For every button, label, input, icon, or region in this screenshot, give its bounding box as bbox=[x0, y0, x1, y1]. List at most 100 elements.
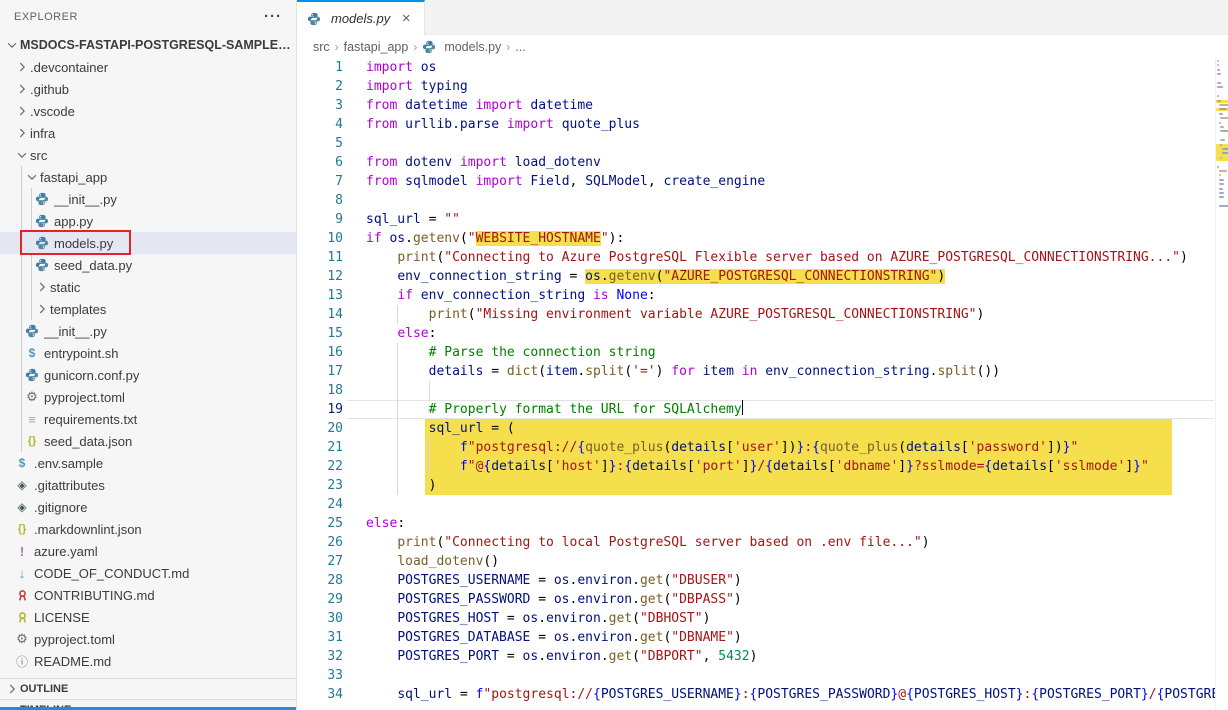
code-line-text[interactable]: import os bbox=[343, 58, 436, 77]
chevron-right-icon[interactable] bbox=[14, 103, 30, 119]
breadcrumb-item-src[interactable]: src bbox=[313, 40, 330, 54]
tree-item-gunicorn-conf-py[interactable]: gunicorn.conf.py bbox=[0, 364, 296, 386]
code-line-text[interactable]: from dotenv import load_dotenv bbox=[343, 153, 601, 172]
tree-item-app-py[interactable]: app.py bbox=[0, 210, 296, 232]
tree-item-fastapi-app[interactable]: fastapi_app bbox=[0, 166, 296, 188]
tree-item-readme-md[interactable]: ⓘREADME.md bbox=[0, 650, 296, 672]
code-line-text[interactable]: ) bbox=[343, 476, 436, 495]
tree-item-azure-yaml[interactable]: !azure.yaml bbox=[0, 540, 296, 562]
code-line-text[interactable]: if env_connection_string is None: bbox=[343, 286, 656, 305]
chevron-down-icon[interactable] bbox=[14, 147, 30, 163]
code-line-text[interactable]: details = dict(item.split('=') for item … bbox=[343, 362, 1000, 381]
tree-item-seed-data-py[interactable]: seed_data.py bbox=[0, 254, 296, 276]
tree-item-seed-data-json[interactable]: {}seed_data.json bbox=[0, 430, 296, 452]
tree-item-requirements-txt[interactable]: ≡requirements.txt bbox=[0, 408, 296, 430]
chevron-right-icon[interactable] bbox=[14, 125, 30, 141]
code-line-text[interactable]: f"postgresql://{quote_plus(details['user… bbox=[343, 438, 1078, 457]
code-line-text[interactable]: else: bbox=[343, 514, 405, 533]
outline-section-header[interactable]: OUTLINE bbox=[0, 678, 296, 698]
code-line[interactable]: 8 bbox=[297, 191, 1228, 210]
code-line[interactable]: 10if os.getenv("WEBSITE_HOSTNAME"): bbox=[297, 229, 1228, 248]
code-line[interactable]: 1import os bbox=[297, 58, 1228, 77]
code-line-text[interactable] bbox=[343, 381, 366, 400]
code-line-text[interactable]: import typing bbox=[343, 77, 468, 96]
code-line-text[interactable]: sql_url = ( bbox=[343, 419, 515, 438]
code-line-text[interactable]: if os.getenv("WEBSITE_HOSTNAME"): bbox=[343, 229, 624, 248]
code-line-text[interactable]: else: bbox=[343, 324, 436, 343]
code-line[interactable]: 24 bbox=[297, 495, 1228, 514]
minimap[interactable] bbox=[1215, 58, 1228, 710]
code-line-text[interactable]: POSTGRES_USERNAME = os.environ.get("DBUS… bbox=[343, 571, 742, 590]
tree-item-models-py[interactable]: models.py bbox=[0, 232, 296, 254]
tree-item-license[interactable]: LICENSE bbox=[0, 606, 296, 628]
code-line[interactable]: 30 POSTGRES_HOST = os.environ.get("DBHOS… bbox=[297, 609, 1228, 628]
code-line[interactable]: 34 sql_url = f"postgresql://{POSTGRES_US… bbox=[297, 685, 1228, 704]
tree-item-entrypoint-sh[interactable]: $entrypoint.sh bbox=[0, 342, 296, 364]
more-actions-icon[interactable]: ··· bbox=[264, 12, 282, 22]
tree-item-contributing-md[interactable]: CONTRIBUTING.md bbox=[0, 584, 296, 606]
code-line[interactable]: 17 details = dict(item.split('=') for it… bbox=[297, 362, 1228, 381]
code-line[interactable]: 29 POSTGRES_PASSWORD = os.environ.get("D… bbox=[297, 590, 1228, 609]
code-line-text[interactable]: f"@{details['host']}:{details['port']}/{… bbox=[343, 457, 1149, 476]
code-line-text[interactable]: from sqlmodel import Field, SQLModel, cr… bbox=[343, 172, 765, 191]
code-line[interactable]: 13 if env_connection_string is None: bbox=[297, 286, 1228, 305]
breadcrumb-item-[interactable]: ... bbox=[515, 40, 525, 54]
breadcrumb-item-fastapi-app[interactable]: fastapi_app bbox=[344, 40, 409, 54]
code-line-text[interactable] bbox=[343, 495, 366, 514]
code-line-text[interactable]: load_dotenv() bbox=[343, 552, 499, 571]
code-line-text[interactable]: sql_url = f"postgresql://{POSTGRES_USERN… bbox=[343, 685, 1227, 704]
tree-item-templates[interactable]: templates bbox=[0, 298, 296, 320]
code-line-text[interactable]: # Properly format the URL for SQLAlchemy bbox=[343, 400, 743, 419]
tree-item-init-py[interactable]: __init__.py bbox=[0, 320, 296, 342]
code-line[interactable]: 20 sql_url = ( bbox=[297, 419, 1228, 438]
code-line[interactable]: 23 ) bbox=[297, 476, 1228, 495]
tree-item-pyproject-toml[interactable]: ⚙pyproject.toml bbox=[0, 386, 296, 408]
code-line-text[interactable]: from urllib.parse import quote_plus bbox=[343, 115, 640, 134]
tree-item-github[interactable]: .github bbox=[0, 78, 296, 100]
tree-item-src[interactable]: src bbox=[0, 144, 296, 166]
code-line[interactable]: 19 # Properly format the URL for SQLAlch… bbox=[297, 400, 1228, 419]
code-line[interactable]: 4from urllib.parse import quote_plus bbox=[297, 115, 1228, 134]
tree-item-static[interactable]: static bbox=[0, 276, 296, 298]
code-line[interactable]: 22 f"@{details['host']}:{details['port']… bbox=[297, 457, 1228, 476]
code-line-text[interactable]: env_connection_string = os.getenv("AZURE… bbox=[343, 267, 945, 286]
code-line-text[interactable]: # Parse the connection string bbox=[343, 343, 656, 362]
tree-item-gitattributes[interactable]: ◈.gitattributes bbox=[0, 474, 296, 496]
chevron-down-icon[interactable] bbox=[4, 37, 20, 53]
code-line[interactable]: 5 bbox=[297, 134, 1228, 153]
chevron-right-icon[interactable] bbox=[34, 279, 50, 295]
tab-models-py[interactable]: models.py × bbox=[297, 0, 425, 35]
chevron-right-icon[interactable] bbox=[14, 59, 30, 75]
code-line-text[interactable]: POSTGRES_DATABASE = os.environ.get("DBNA… bbox=[343, 628, 742, 647]
tree-item-msdocs-fastapi-postgresql-sample-app-git[interactable]: MSDOCS-FASTAPI-POSTGRESQL-SAMPLE-APP [GI… bbox=[0, 34, 296, 56]
code-line[interactable]: 27 load_dotenv() bbox=[297, 552, 1228, 571]
code-line[interactable]: 28 POSTGRES_USERNAME = os.environ.get("D… bbox=[297, 571, 1228, 590]
code-line-text[interactable]: from datetime import datetime bbox=[343, 96, 593, 115]
tree-item-pyproject-toml[interactable]: ⚙pyproject.toml bbox=[0, 628, 296, 650]
code-line[interactable]: 31 POSTGRES_DATABASE = os.environ.get("D… bbox=[297, 628, 1228, 647]
code-line[interactable]: 9sql_url = "" bbox=[297, 210, 1228, 229]
code-line-text[interactable] bbox=[343, 134, 366, 153]
code-line-text[interactable]: print("Connecting to local PostgreSQL se… bbox=[343, 533, 930, 552]
chevron-down-icon[interactable] bbox=[24, 169, 40, 185]
code-editor[interactable]: 1import os2import typing3from datetime i… bbox=[297, 58, 1228, 710]
tree-item-env-sample[interactable]: $.env.sample bbox=[0, 452, 296, 474]
code-line-text[interactable]: sql_url = "" bbox=[343, 210, 460, 229]
code-line[interactable]: 3from datetime import datetime bbox=[297, 96, 1228, 115]
breadcrumb-item-models-py[interactable]: models.py bbox=[422, 40, 501, 54]
code-line-text[interactable]: POSTGRES_PASSWORD = os.environ.get("DBPA… bbox=[343, 590, 742, 609]
code-line[interactable]: 14 print("Missing environment variable A… bbox=[297, 305, 1228, 324]
code-line[interactable]: 33 bbox=[297, 666, 1228, 685]
code-line[interactable]: 15 else: bbox=[297, 324, 1228, 343]
code-line[interactable]: 16 # Parse the connection string bbox=[297, 343, 1228, 362]
code-line[interactable]: 21 f"postgresql://{quote_plus(details['u… bbox=[297, 438, 1228, 457]
chevron-right-icon[interactable] bbox=[14, 81, 30, 97]
tree-item-markdownlint-json[interactable]: {}.markdownlint.json bbox=[0, 518, 296, 540]
code-line[interactable]: 11 print("Connecting to Azure PostgreSQL… bbox=[297, 248, 1228, 267]
tree-item-infra[interactable]: infra bbox=[0, 122, 296, 144]
code-line[interactable]: 6from dotenv import load_dotenv bbox=[297, 153, 1228, 172]
tree-item-init-py[interactable]: __init__.py bbox=[0, 188, 296, 210]
code-line[interactable]: 18 bbox=[297, 381, 1228, 400]
code-line-text[interactable] bbox=[343, 666, 366, 685]
code-line[interactable]: 32 POSTGRES_PORT = os.environ.get("DBPOR… bbox=[297, 647, 1228, 666]
